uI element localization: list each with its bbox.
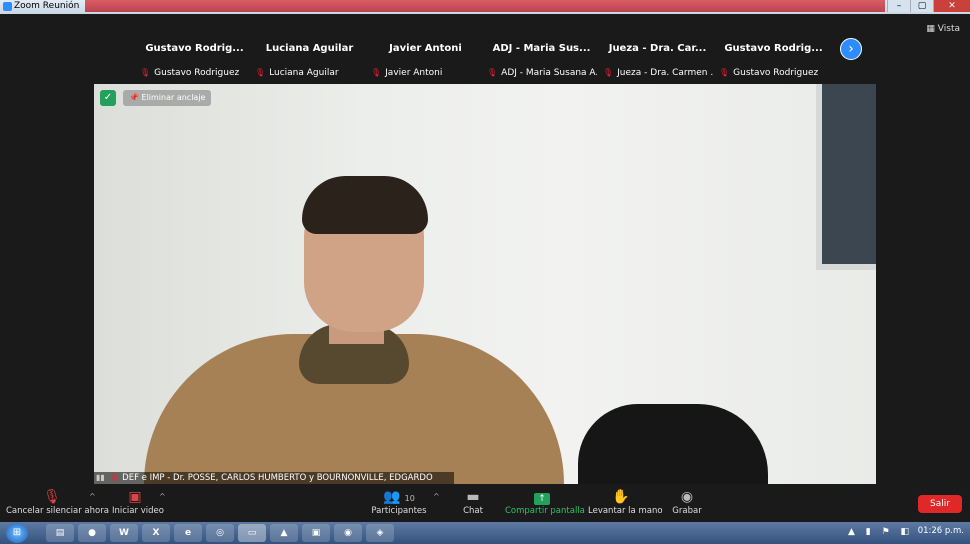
participant-name-label: 🎙 Javier Antoni xyxy=(371,68,443,78)
unpin-button[interactable]: 📌 Eliminar anclaje xyxy=(123,90,212,106)
share-screen-icon: ↑ xyxy=(505,488,579,506)
participant-display-name: Gustavo Rodrig... xyxy=(724,43,823,54)
record-icon: ◉ xyxy=(680,489,694,505)
participant-name-label: 🎙 Gustavo Rodriguez xyxy=(719,68,819,78)
speaker-hair xyxy=(302,176,428,234)
mic-muted-icon: 🎙 xyxy=(43,489,61,505)
participant-tile[interactable]: Luciana Aguilar 🎙 Luciana Aguilar xyxy=(253,18,366,82)
participant-display-name: Gustavo Rodrig... xyxy=(145,43,244,54)
speaker-name-bar: ▮▮ 🎙 DEF e IMP - Dr. POSSE, CARLOS HUMBERT… xyxy=(94,472,454,484)
taskbar-app-chrome-2[interactable]: ◎ xyxy=(206,524,234,542)
taskbar-app-explorer[interactable]: ▤ xyxy=(46,524,74,542)
taskbar-clock[interactable]: 01:26 p.m. xyxy=(918,526,964,536)
shield-icon[interactable]: ✓ xyxy=(100,90,116,106)
taskbar-app-excel[interactable]: X xyxy=(142,524,170,542)
maximize-button[interactable]: ▢ xyxy=(910,0,933,12)
system-tray-icons[interactable]: ▲ ▮ ⚑ ◧ xyxy=(848,527,913,537)
grid-icon: ▦ xyxy=(926,24,938,34)
titlebar-highlight xyxy=(85,0,885,12)
speaker-name: DEF e IMP - Dr. POSSE, CARLOS HUMBERTO y… xyxy=(122,473,433,483)
minimize-button[interactable]: – xyxy=(887,0,910,12)
mic-muted-icon: 🎙 xyxy=(255,68,266,77)
video-off-icon: ▣ xyxy=(128,489,142,505)
participant-tile[interactable]: Javier Antoni 🎙 Javier Antoni xyxy=(369,18,482,82)
chat-bubble-icon: ▬ xyxy=(466,489,480,505)
participant-tile[interactable]: Gustavo Rodrig... 🎙 Gustavo Rodriguez xyxy=(717,18,830,82)
mic-muted-icon: 🎙 xyxy=(109,473,120,482)
participant-tile[interactable]: Jueza - Dra. Car... 🎙 Jueza - Dra. Carmen… xyxy=(601,18,714,82)
participant-tile[interactable]: ADJ - Maria Sus... 🎙 ADJ - Maria Susana A… xyxy=(485,18,598,82)
share-screen-button[interactable]: ↑ Compartir pantalla xyxy=(505,488,585,516)
participant-name-label: 🎙 Luciana Aguilar xyxy=(255,68,339,78)
os-taskbar: ⊞ ▤ ● W X e ◎ ▭ ▲ ▣ ◉ ◈ ▲ ▮ ⚑ ◧ 01:26 p.… xyxy=(0,522,970,544)
view-button[interactable]: ▦ Vista xyxy=(926,24,960,34)
taskbar-app-ie[interactable]: e xyxy=(174,524,202,542)
participant-tile[interactable]: Gustavo Rodrig... 🎙 Gustavo Rodriguez xyxy=(138,18,251,82)
taskbar-app-chrome-3[interactable]: ◉ xyxy=(334,524,362,542)
participant-name-label: 🎙 Jueza - Dra. Carmen ... xyxy=(603,68,713,78)
taskbar-app-notepad[interactable]: ▣ xyxy=(302,524,330,542)
chat-button[interactable]: ▬ Chat xyxy=(460,488,486,516)
participant-name-label: 🎙 ADJ - Maria Susana A... xyxy=(487,68,597,78)
taskbar-app-pdf[interactable]: ▲ xyxy=(270,524,298,542)
mic-muted-icon: 🎙 xyxy=(140,68,151,77)
mic-muted-icon: 🎙 xyxy=(487,68,498,77)
window-controls: – ▢ ✕ xyxy=(887,0,970,13)
zoom-app-icon xyxy=(3,2,12,11)
participant-display-name: ADJ - Maria Sus... xyxy=(492,43,591,54)
audio-options-caret[interactable]: ^ xyxy=(89,492,96,501)
taskbar-app-chrome[interactable]: ● xyxy=(78,524,106,542)
leave-button[interactable]: Salir xyxy=(918,495,962,513)
taskbar-app-misc[interactable]: ◈ xyxy=(366,524,394,542)
pin-icon: 📌 xyxy=(129,93,142,102)
participant-name-label: 🎙 Gustavo Rodriguez xyxy=(140,68,240,78)
hand-icon: ✋ xyxy=(612,489,630,505)
main-video: ✓ 📌 Eliminar anclaje xyxy=(94,84,876,484)
video-options-caret[interactable]: ^ xyxy=(159,492,166,501)
participant-display-name: Jueza - Dra. Car... xyxy=(608,43,707,54)
mic-muted-icon: 🎙 xyxy=(719,68,730,77)
unmute-button[interactable]: 🎙 Cancelar silenciar ahora xyxy=(6,488,109,516)
video-window-frame xyxy=(816,84,876,270)
mic-muted-icon: 🎙 xyxy=(371,68,382,77)
participants-button[interactable]: 👥 10 Participantes xyxy=(370,488,428,516)
view-label: Vista xyxy=(937,24,960,34)
participant-display-name: Luciana Aguilar xyxy=(265,43,354,54)
start-video-button[interactable]: ▣ Iniciar video xyxy=(112,488,164,516)
mic-muted-icon: 🎙 xyxy=(603,68,614,77)
close-button[interactable]: ✕ xyxy=(933,0,970,12)
participants-options-caret[interactable]: ^ xyxy=(433,492,440,501)
people-icon: 👥 10 xyxy=(383,489,415,505)
meeting-toolbar: 🎙 Cancelar silenciar ahora ^ ▣ Iniciar v… xyxy=(0,486,970,522)
taskbar-app-word[interactable]: W xyxy=(110,524,138,542)
start-button[interactable]: ⊞ xyxy=(6,523,28,543)
chevron-right-icon: › xyxy=(848,41,854,57)
window-title: Zoom Reunión xyxy=(14,1,80,11)
taskbar-app-zoom[interactable]: ▭ xyxy=(238,524,266,542)
participant-display-name: Javier Antoni xyxy=(389,43,462,54)
participant-strip: Gustavo Rodrig... 🎙 Gustavo Rodriguez Luc… xyxy=(138,18,830,82)
next-page-button[interactable]: › xyxy=(840,38,862,60)
signal-icon: ▮▮ xyxy=(96,473,105,482)
raise-hand-button[interactable]: ✋ Levantar la mano xyxy=(588,488,663,516)
record-button[interactable]: ◉ Grabar xyxy=(672,488,702,516)
window-titlebar: Zoom Reunión – ▢ ✕ xyxy=(0,0,970,14)
